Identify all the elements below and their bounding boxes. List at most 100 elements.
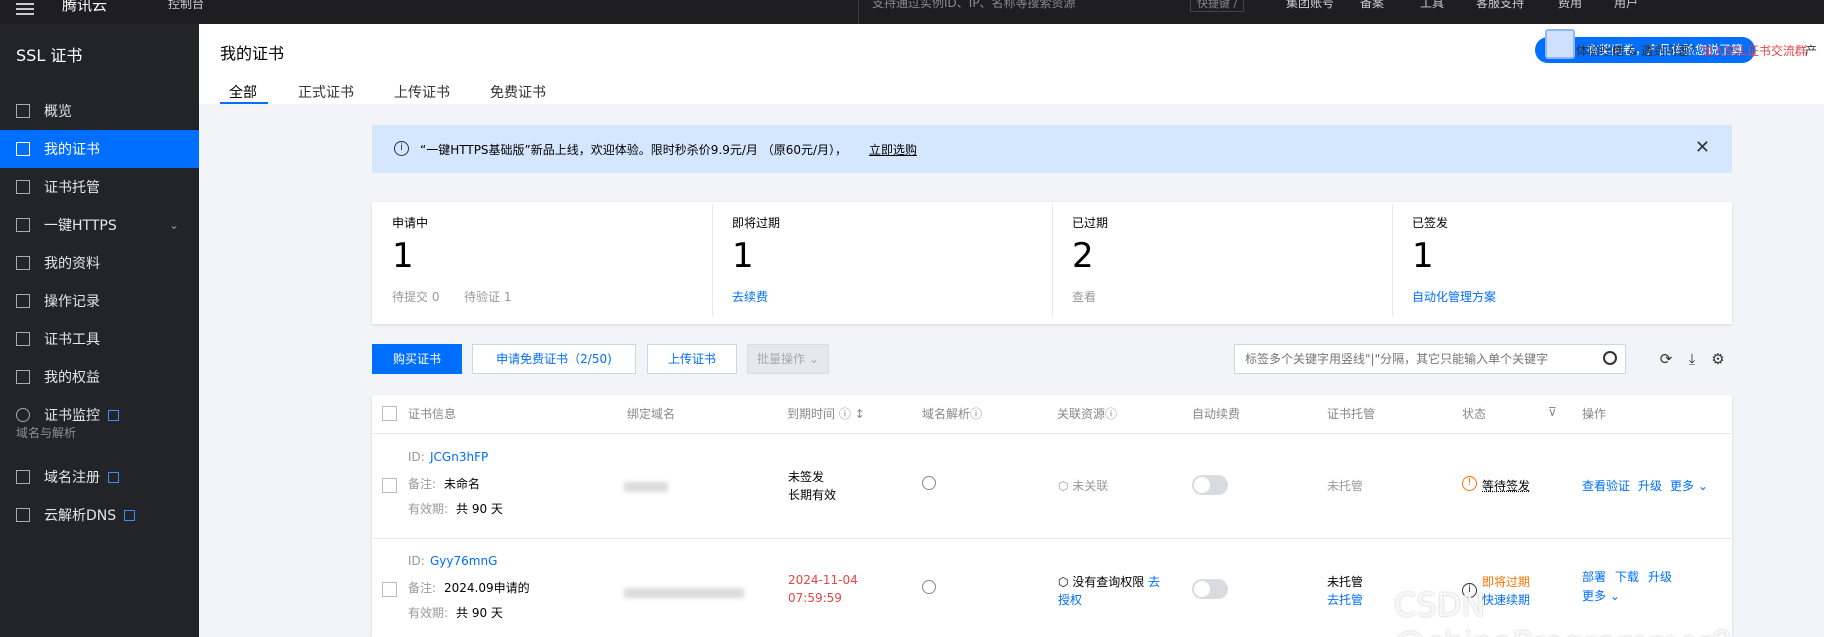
dns-icon bbox=[16, 508, 30, 522]
row-checkbox[interactable] bbox=[382, 582, 397, 597]
download-link[interactable]: 下载 bbox=[1615, 568, 1639, 585]
active-tab-indicator bbox=[220, 102, 268, 104]
download-icon[interactable]: ⤓ bbox=[1684, 351, 1700, 367]
renew-link[interactable]: 去续费 bbox=[732, 288, 768, 305]
global-search-input[interactable]: 支持通过实例ID、IP、名称等搜索资源 bbox=[872, 0, 1076, 11]
sidebar-item-https[interactable]: 一键HTTPS ⌄ bbox=[0, 206, 199, 244]
apply-free-cert-button[interactable]: 申请免费证书（2/50) bbox=[472, 344, 636, 374]
view-link[interactable]: 查看 bbox=[1072, 288, 1096, 305]
refresh-icon[interactable]: ⟳ bbox=[1658, 351, 1674, 367]
globe-icon[interactable] bbox=[922, 476, 936, 490]
col-dns: 域名解析ⓘ bbox=[922, 407, 983, 421]
sidebar-item-cert-hosting[interactable]: 证书托管 bbox=[0, 168, 199, 206]
divider bbox=[858, 0, 859, 24]
deploy-link[interactable]: 部署 bbox=[1582, 568, 1606, 585]
nav-billing[interactable]: 费用 bbox=[1558, 0, 1582, 11]
globe-icon[interactable] bbox=[922, 580, 936, 594]
authorize-link[interactable]: 授权 bbox=[1058, 591, 1082, 608]
col-expire-time[interactable]: 到期时间 ⓘ ↕ bbox=[787, 405, 865, 422]
upgrade-link[interactable]: 升级 bbox=[1648, 568, 1672, 585]
nav-icp[interactable]: 备案 bbox=[1360, 0, 1384, 11]
tab-free[interactable]: 免费证书 bbox=[490, 82, 546, 102]
join-group-link[interactable]: 加入SSL证书交流群 bbox=[1701, 42, 1807, 59]
nav-user[interactable]: 用户 bbox=[1614, 0, 1638, 11]
stat-applying: 申请中 1 待提交 0 待验证 1 bbox=[392, 216, 512, 305]
monitor-icon bbox=[16, 408, 30, 422]
menu-icon[interactable] bbox=[16, 0, 34, 15]
cert-search-box bbox=[1234, 344, 1626, 374]
divider bbox=[372, 433, 1732, 434]
sidebar-section-label: 域名与解析 bbox=[16, 426, 77, 440]
sidebar-item-cert-tools[interactable]: 证书工具 bbox=[0, 320, 199, 358]
chevron-down-icon: ⌄ bbox=[168, 218, 179, 232]
more-dropdown[interactable]: 更多 ⌄ bbox=[1670, 477, 1708, 494]
sidebar-item-operation-log[interactable]: 操作记录 bbox=[0, 282, 199, 320]
folder-icon bbox=[16, 256, 30, 270]
document-icon bbox=[1545, 29, 1575, 59]
col-bound-domain: 绑定域名 bbox=[627, 407, 676, 421]
col-hosting: 证书托管 bbox=[1327, 407, 1376, 421]
filter-icon[interactable]: ⊽ bbox=[1548, 405, 1557, 419]
external-link-icon bbox=[124, 509, 136, 521]
sidebar-title: SSL 证书 bbox=[16, 46, 83, 65]
external-link-icon bbox=[108, 471, 119, 483]
stat-issued: 已签发 1 自动化管理方案 bbox=[1412, 216, 1497, 305]
sidebar-item-domain-register[interactable]: 域名注册 bbox=[0, 458, 199, 496]
console-link[interactable]: 控制台 bbox=[168, 0, 204, 12]
stat-expiring: 即将过期 1 去续费 bbox=[732, 216, 781, 305]
go-hosting-link[interactable]: 去托管 bbox=[1327, 591, 1363, 608]
blurred-domain bbox=[624, 588, 744, 598]
stat-expired: 已过期 2 查看 bbox=[1072, 216, 1109, 305]
promo-notice: i “一键HTTPS基础版”新品上线，欢迎体验。限时秒杀价9.9元/月 （原60… bbox=[372, 125, 1732, 173]
search-icon[interactable] bbox=[1603, 351, 1617, 365]
view-verify-link[interactable]: 查看验证 bbox=[1582, 477, 1630, 494]
close-icon[interactable]: ✕ bbox=[1695, 137, 1710, 158]
sidebar-item-dns[interactable]: 云解析DNS bbox=[0, 496, 199, 534]
tab-official[interactable]: 正式证书 bbox=[298, 82, 354, 102]
settings-sliders-icon bbox=[16, 218, 30, 232]
shortcut-hint: 快捷键 / bbox=[1190, 0, 1245, 12]
nav-tools[interactable]: 工具 bbox=[1420, 0, 1444, 11]
batch-operation-dropdown[interactable]: 批量操作 ⌄ bbox=[747, 344, 829, 374]
stats-panel: 申请中 1 待提交 0 待验证 1 即将过期 1 去续费 已过期 2 查看 已签… bbox=[372, 202, 1732, 324]
sidebar: SSL 证书 概览 我的证书 证书托管 一键HTTPS ⌄ 我的资料 操作记录 … bbox=[0, 24, 199, 637]
top-navbar: 腾讯云 控制台 支持通过实例ID、IP、名称等搜索资源 快捷键 / 集团账号 备… bbox=[0, 0, 1824, 24]
sidebar-item-overview[interactable]: 概览 bbox=[0, 92, 199, 130]
cert-id-link[interactable]: Gyy76mnG bbox=[430, 554, 497, 568]
buy-cert-button[interactable]: 购买证书 bbox=[372, 344, 462, 374]
resource-status: ⬡ 没有查询权限 去 bbox=[1058, 575, 1161, 589]
brand-logo[interactable]: 腾讯云 bbox=[62, 0, 107, 15]
info-icon: i bbox=[394, 141, 409, 156]
sidebar-item-my-certs[interactable]: 我的证书 bbox=[0, 130, 199, 168]
auto-renew-toggle[interactable] bbox=[1192, 579, 1228, 599]
cert-validity: 共 90 天 bbox=[456, 502, 503, 516]
pending-submit[interactable]: 待提交 0 bbox=[392, 288, 439, 305]
tab-uploaded[interactable]: 上传证书 bbox=[394, 82, 450, 102]
row-checkbox[interactable] bbox=[382, 478, 397, 493]
divider bbox=[372, 538, 1732, 539]
sidebar-item-my-benefits[interactable]: 我的权益 bbox=[0, 358, 199, 396]
hosting-status: 未托管 bbox=[1327, 575, 1364, 589]
cert-note: 未命名 bbox=[444, 477, 481, 491]
nav-group-account[interactable]: 集团账号 bbox=[1286, 0, 1334, 11]
cert-note: 2024.09申请的 bbox=[444, 581, 530, 595]
hosting-icon bbox=[16, 180, 30, 194]
pending-verify[interactable]: 待验证 1 bbox=[464, 288, 511, 305]
sidebar-item-my-info[interactable]: 我的资料 bbox=[0, 244, 199, 282]
cert-search-input[interactable] bbox=[1235, 345, 1585, 373]
gear-icon[interactable]: ⚙ bbox=[1710, 351, 1726, 367]
cert-id-link[interactable]: JCGn3hFP bbox=[430, 450, 488, 464]
tab-all[interactable]: 全部 bbox=[229, 82, 257, 102]
upload-cert-button[interactable]: 上传证书 bbox=[647, 344, 737, 374]
page-header: 我的证书 全部 正式证书 上传证书 免费证书 有奖问卷，产品体验您说了算 体验吐… bbox=[199, 24, 1824, 104]
log-icon bbox=[16, 294, 30, 308]
nav-support[interactable]: 客服支持 bbox=[1476, 0, 1524, 11]
upgrade-link[interactable]: 升级 bbox=[1638, 477, 1662, 494]
auto-renew-toggle[interactable] bbox=[1192, 475, 1228, 495]
external-link-icon bbox=[108, 409, 119, 421]
chevron-down-icon: ⌄ bbox=[808, 352, 819, 366]
select-all-checkbox[interactable] bbox=[382, 406, 397, 421]
status-badge: 等待签发 bbox=[1482, 479, 1531, 493]
buy-now-link[interactable]: 立即选购 bbox=[869, 141, 917, 158]
automation-link[interactable]: 自动化管理方案 bbox=[1412, 288, 1496, 305]
